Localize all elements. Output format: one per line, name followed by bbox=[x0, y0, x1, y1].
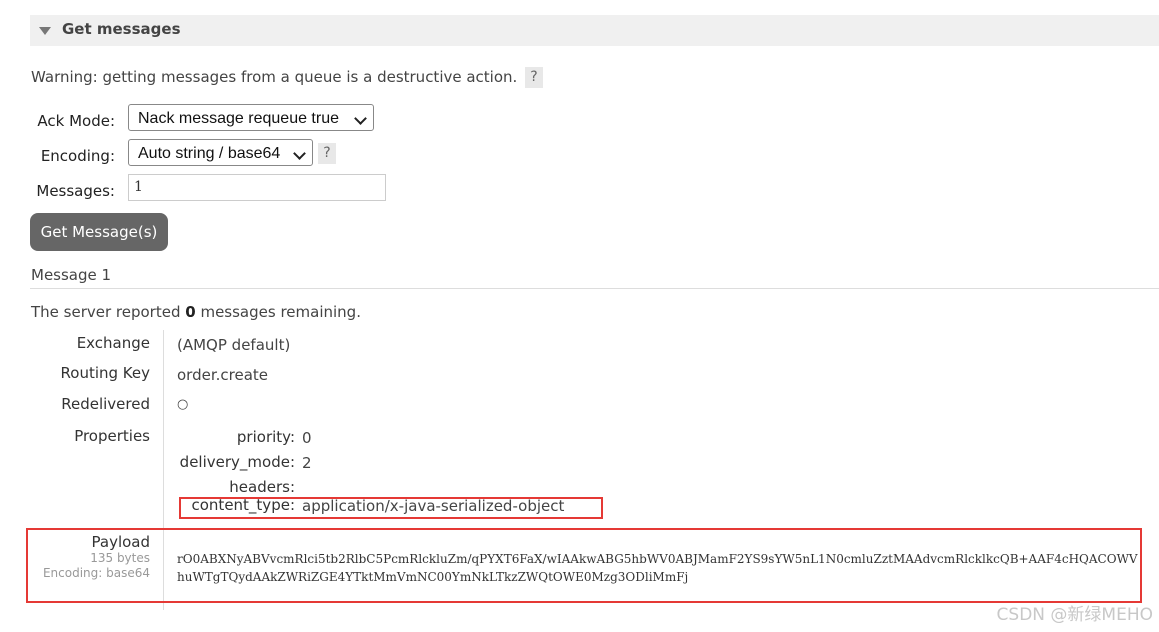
encoding-help-icon[interactable]: ? bbox=[318, 143, 336, 164]
collapse-triangle-icon[interactable] bbox=[39, 27, 51, 35]
chevron-down-icon bbox=[354, 112, 367, 125]
chevron-down-icon bbox=[293, 147, 306, 160]
payload-text: rO0ABXNyABVvcmRlci5tb2RlbC5PcmRlckluZm/q… bbox=[177, 550, 1147, 586]
encoding-value: Auto string / base64 bbox=[138, 145, 281, 162]
content-type-label: content_type: bbox=[191, 496, 296, 514]
section-header[interactable] bbox=[30, 15, 1159, 46]
remaining-prefix: The server reported bbox=[31, 303, 186, 321]
delivery-mode-label: delivery_mode: bbox=[179, 453, 295, 471]
ack-mode-select[interactable]: Nack message requeue true bbox=[128, 104, 374, 131]
content-type-value: application/x-java-serialized-object bbox=[302, 497, 565, 515]
ack-mode-label: Ack Mode: bbox=[37, 112, 115, 130]
remaining-text: The server reported 0 messages remaining… bbox=[31, 303, 361, 321]
priority-label: priority: bbox=[236, 428, 295, 446]
exchange-value: (AMQP default) bbox=[177, 336, 291, 354]
payload-line-1: rO0ABXNyABVvcmRlci5tb2RlbC5PcmRlckluZm/q… bbox=[177, 552, 1138, 566]
messages-input[interactable]: 1 bbox=[128, 174, 386, 201]
encoding-select[interactable]: Auto string / base64 bbox=[128, 139, 313, 166]
help-icon[interactable]: ? bbox=[525, 67, 543, 88]
payload-line-2: huWTgTQydAAkZWRiZGE4YTktMmVmNC00YmNkLTkz… bbox=[177, 570, 689, 584]
remaining-suffix: messages remaining. bbox=[195, 303, 361, 321]
message-title: Message 1 bbox=[31, 266, 112, 284]
section-title: Get messages bbox=[62, 20, 181, 38]
get-messages-button[interactable]: Get Message(s) bbox=[30, 213, 168, 251]
routing-key-label: Routing Key bbox=[60, 364, 150, 382]
redelivered-value: ○ bbox=[177, 397, 189, 412]
payload-label: Payload bbox=[91, 533, 151, 551]
payload-encoding: Encoding: base64 bbox=[42, 566, 150, 580]
warning-text: Warning: getting messages from a queue i… bbox=[31, 68, 518, 86]
watermark: CSDN @新绿MEHO bbox=[996, 605, 1153, 625]
divider bbox=[30, 288, 1159, 289]
routing-key-value: order.create bbox=[177, 366, 269, 384]
messages-label: Messages: bbox=[36, 182, 115, 200]
exchange-label: Exchange bbox=[76, 334, 150, 352]
remaining-count: 0 bbox=[185, 303, 196, 321]
delivery-mode-value: 2 bbox=[302, 454, 312, 472]
headers-label: headers: bbox=[229, 478, 295, 496]
ack-mode-value: Nack message requeue true bbox=[138, 110, 339, 127]
priority-value: 0 bbox=[302, 429, 312, 447]
payload-bytes: 135 bytes bbox=[90, 551, 150, 565]
redelivered-label: Redelivered bbox=[61, 395, 150, 413]
encoding-label: Encoding: bbox=[40, 147, 115, 165]
